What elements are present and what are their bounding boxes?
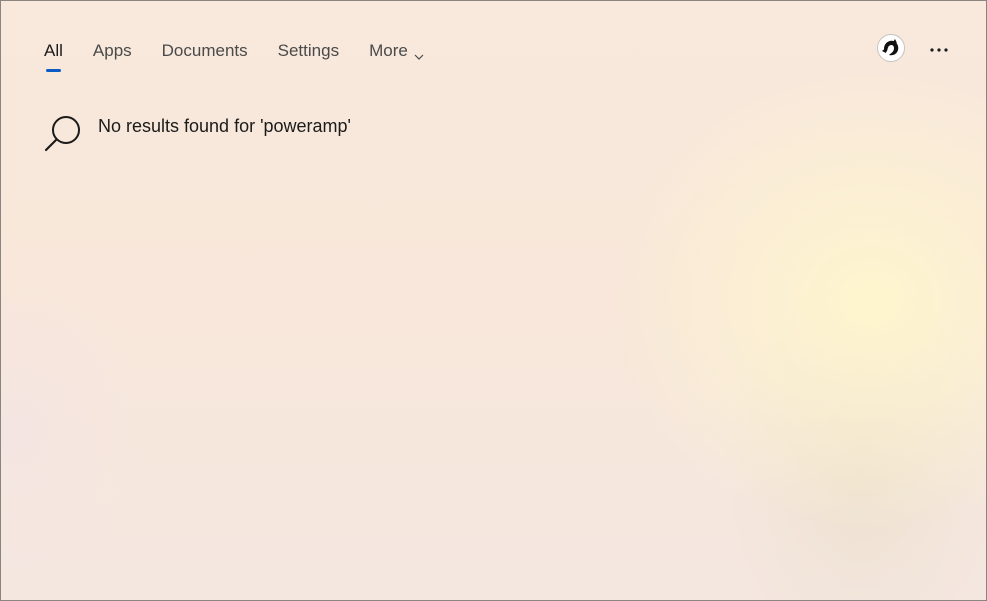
tab-apps-label: Apps xyxy=(92,41,132,60)
no-results-message: No results found for 'poweramp' xyxy=(98,116,351,136)
chevron-down-icon xyxy=(414,45,424,60)
no-results-row: No results found for 'poweramp' xyxy=(44,113,351,153)
tab-documents[interactable]: Documents xyxy=(162,39,248,63)
tab-all[interactable]: All xyxy=(44,39,63,72)
user-avatar-icon[interactable] xyxy=(877,34,905,62)
tab-all-label: All xyxy=(44,41,63,60)
tab-more-label: More xyxy=(369,41,408,60)
search-panel: All Apps Documents Settings More No resu… xyxy=(0,0,987,601)
ellipsis-icon xyxy=(930,39,948,57)
filter-tabs: All Apps Documents Settings More xyxy=(44,39,454,75)
tab-settings[interactable]: Settings xyxy=(278,39,339,63)
tab-apps[interactable]: Apps xyxy=(93,39,132,63)
tab-settings-label: Settings xyxy=(277,41,340,60)
more-options-button[interactable] xyxy=(926,37,952,59)
tab-more[interactable]: More xyxy=(369,39,424,63)
search-icon xyxy=(44,113,84,153)
tab-documents-label: Documents xyxy=(161,41,248,60)
